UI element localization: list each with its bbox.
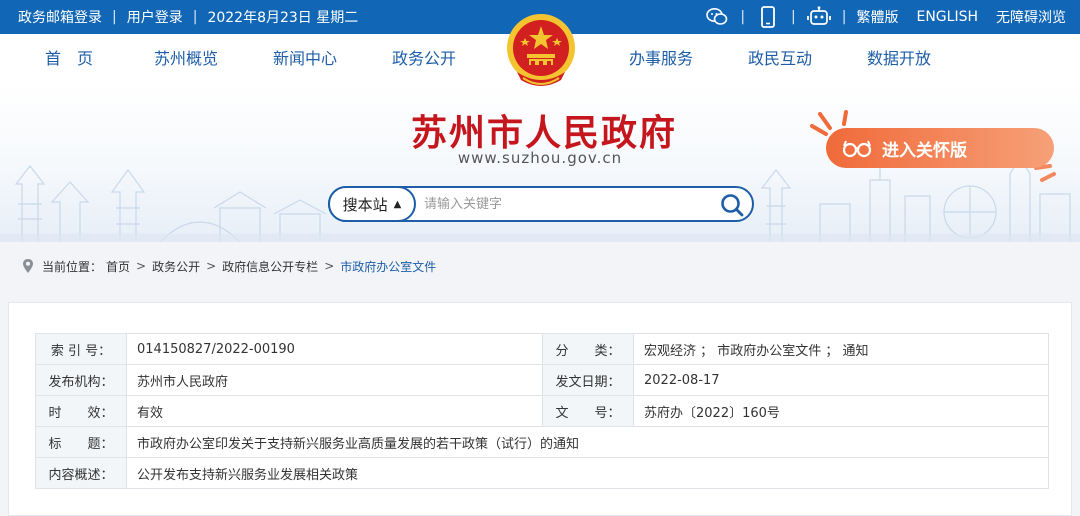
validity-value: 有效 xyxy=(126,395,543,427)
index-no-value: 014150827/2022-00190 xyxy=(126,333,543,365)
divider: | xyxy=(192,9,198,25)
summary-label: 内容概述： xyxy=(35,457,127,489)
breadcrumb-separator: > xyxy=(324,259,335,273)
document-number-label: 文 号： xyxy=(542,395,634,427)
document-meta-table: 索 引 号： 014150827/2022-00190 分 类： 宏观经济 ； … xyxy=(35,333,1049,489)
table-row: 索 引 号： 014150827/2022-00190 分 类： 宏观经济 ； … xyxy=(35,333,1049,365)
search-scope-dropdown[interactable]: 搜本站 ▲ xyxy=(328,186,416,222)
search-icon[interactable] xyxy=(720,193,744,217)
accessibility-link[interactable]: 无障碍浏览 xyxy=(996,7,1066,27)
search-input[interactable] xyxy=(424,194,704,214)
breadcrumb: 当前位置： 首页 > 政务公开 > 政府信息公开专栏 > 市政府办公室文件 xyxy=(22,252,436,280)
nav-interaction[interactable]: 政民互动 xyxy=(746,34,814,84)
publisher-label: 发布机构： xyxy=(35,364,127,396)
table-row: 内容概述： 公开发布支持新兴服务业发展相关政策 xyxy=(35,457,1049,489)
current-date: 2022年8月23日 星期二 xyxy=(207,10,359,26)
national-emblem xyxy=(507,14,575,86)
table-row: 标 题： 市政府办公室印发关于支持新兴服务业高质量发展的若干政策（试行）的通知 xyxy=(35,426,1049,458)
header-banner: 苏州市人民政府 www.suzhou.gov.cn 进入关怀版 搜本站 ▲ xyxy=(0,84,1080,242)
breadcrumb-prefix: 当前位置： xyxy=(42,259,103,274)
summary-value: 公开发布支持新兴服务业发展相关政策 xyxy=(126,457,1049,489)
divider: | xyxy=(740,9,746,25)
wechat-icon[interactable] xyxy=(704,4,730,30)
glasses-icon xyxy=(842,138,872,158)
validity-label: 时 效： xyxy=(35,395,127,427)
nav-services[interactable]: 办事服务 xyxy=(627,34,695,84)
nav-open-data[interactable]: 数据开放 xyxy=(865,34,933,84)
document-number-value: 苏府办〔2022〕160号 xyxy=(633,395,1049,427)
mail-login-link[interactable]: 政务邮箱登录 xyxy=(18,7,102,27)
category-label: 分 类： xyxy=(542,333,634,365)
table-row: 发布机构： 苏州市人民政府 发文日期： 2022-08-17 xyxy=(35,364,1049,396)
site-search: 搜本站 ▲ xyxy=(328,186,754,222)
breadcrumb-info-column[interactable]: 政府信息公开专栏 xyxy=(222,258,318,275)
mobile-icon[interactable] xyxy=(755,4,781,30)
breadcrumb-current[interactable]: 市政府办公室文件 xyxy=(340,258,436,275)
title-label: 标 题： xyxy=(35,426,127,458)
breadcrumb-separator: > xyxy=(136,259,147,273)
divider: | xyxy=(841,9,847,25)
caret-up-icon: ▲ xyxy=(393,198,402,210)
nav-home[interactable]: 首 页 xyxy=(43,34,95,84)
robot-icon[interactable] xyxy=(806,4,832,30)
top-bar-right: | | | 繁體版 ENGLISH 无障碍浏览 xyxy=(704,0,1066,34)
breadcrumb-separator: > xyxy=(206,259,217,273)
top-bar-left: 政务邮箱登录 | 用户登录 | 2022年8月23日 星期二 xyxy=(18,0,358,34)
table-row: 时 效： 有效 文 号： 苏府办〔2022〕160号 xyxy=(35,395,1049,427)
issue-date-label: 发文日期： xyxy=(542,364,634,396)
search-scope-label: 搜本站 xyxy=(342,195,388,214)
title-value: 市政府办公室印发关于支持新兴服务业高质量发展的若干政策（试行）的通知 xyxy=(126,426,1049,458)
breadcrumb-gov-affairs[interactable]: 政务公开 xyxy=(152,258,200,275)
care-version-button[interactable]: 进入关怀版 xyxy=(826,128,1054,168)
breadcrumb-home[interactable]: 首页 xyxy=(106,258,130,275)
care-version-label: 进入关怀版 xyxy=(882,140,967,161)
publisher-value: 苏州市人民政府 xyxy=(126,364,543,396)
nav-news-center[interactable]: 新闻中心 xyxy=(271,34,339,84)
index-no-label: 索 引 号： xyxy=(35,333,127,365)
issue-date-value: 2022-08-17 xyxy=(633,364,1049,396)
nav-suzhou-overview[interactable]: 苏州概览 xyxy=(152,34,220,84)
category-value: 宏观经济 ； 市政府办公室文件 ； 通知 xyxy=(633,333,1049,365)
user-login-link[interactable]: 用户登录 xyxy=(127,7,183,27)
divider: | xyxy=(791,9,796,25)
site-url: www.suzhou.gov.cn xyxy=(457,149,623,167)
divider: | xyxy=(112,9,117,25)
document-info-panel: 索 引 号： 014150827/2022-00190 分 类： 宏观经济 ； … xyxy=(8,302,1072,516)
english-link[interactable]: ENGLISH xyxy=(916,9,978,25)
nav-gov-affairs[interactable]: 政务公开 xyxy=(390,34,458,84)
location-icon xyxy=(22,258,34,274)
traditional-chinese-link[interactable]: 繁體版 xyxy=(856,7,898,27)
